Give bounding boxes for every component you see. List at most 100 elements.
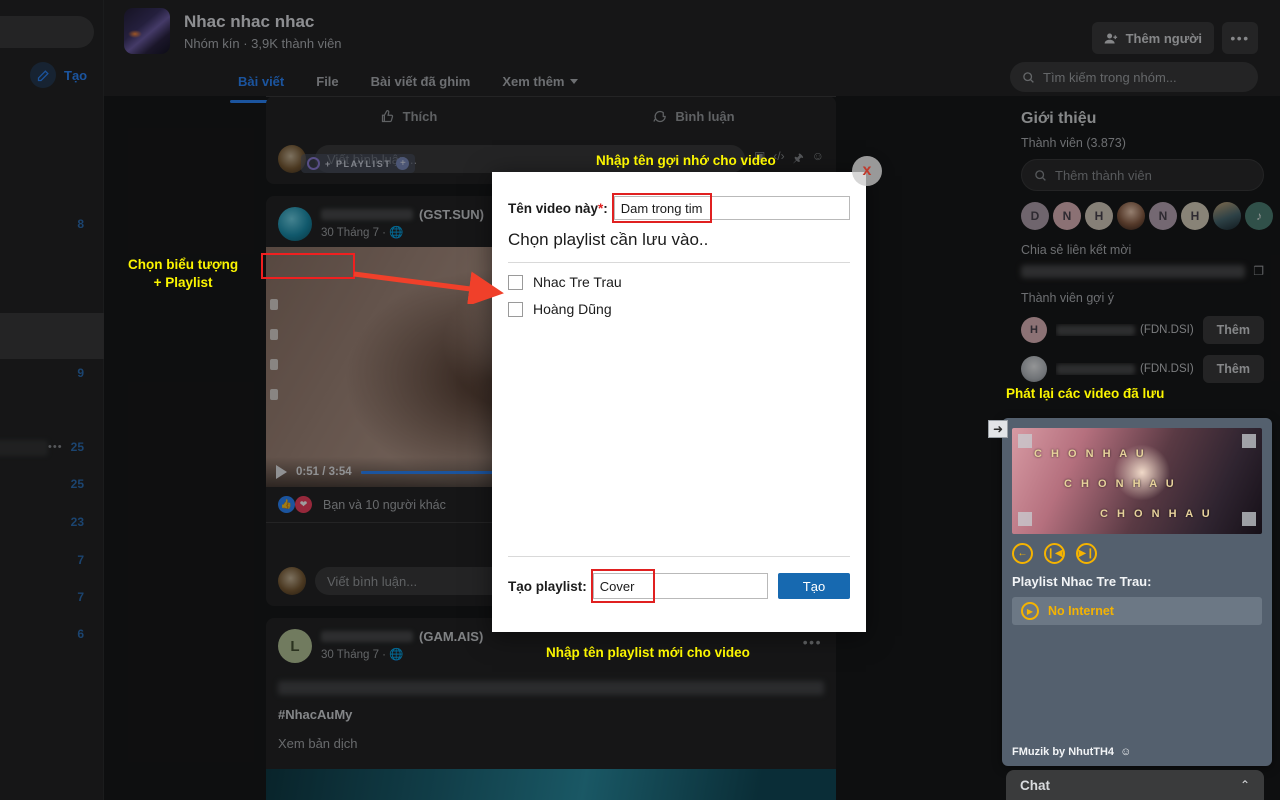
avatar[interactable]: L <box>278 629 312 663</box>
author-name-redacted <box>321 209 413 220</box>
search-icon <box>1023 71 1034 83</box>
create-label: Tạo <box>64 67 88 83</box>
chevron-up-icon[interactable]: ⌃ <box>1240 778 1250 792</box>
suggested-member-name: (FDN.DSI) <box>1056 324 1194 336</box>
tab-label: Bài viết <box>238 74 285 89</box>
avatar[interactable]: H <box>1021 317 1047 343</box>
avatar-initial: D <box>1030 209 1040 223</box>
post-text-redacted <box>278 681 824 695</box>
member-tag: (FDN.DSI) <box>1139 363 1194 375</box>
post-date: 30 Tháng 7 · <box>321 227 387 239</box>
like-button[interactable]: Thích <box>266 97 551 136</box>
player-track-item[interactable]: ▶ No Internet <box>1012 597 1262 625</box>
avatar-initial: N <box>1062 209 1072 223</box>
video-corner-marker <box>1242 512 1256 526</box>
copy-icon[interactable]: ❐ <box>1253 264 1264 278</box>
back-icon[interactable]: ← <box>1012 543 1033 564</box>
playlist-option-label: Hoàng Dũng <box>533 301 612 317</box>
video-time: 0:51 / 3:54 <box>296 466 352 478</box>
like-label: Thích <box>402 109 438 124</box>
avatar[interactable]: H <box>1085 202 1113 230</box>
suggested-members-label: Thành viên gợi ý <box>1021 291 1114 305</box>
video-caption: C H O N H A U <box>1100 508 1213 520</box>
playlist-option-hoang-dung[interactable]: Hoàng Dũng <box>492 290 866 317</box>
tab-label: Xem thêm <box>502 74 565 89</box>
chat-bar[interactable]: Chat ⌃ <box>1006 770 1264 800</box>
create-playlist-input[interactable] <box>592 573 768 599</box>
avatar[interactable] <box>1021 356 1047 382</box>
video-name-row: Tên video này*: <box>492 172 866 223</box>
suggested-member-row: (FDN.DSI) Thêm <box>1021 355 1264 383</box>
comment-label: Bình luận <box>675 109 735 124</box>
member-tag: (FDN.DSI) <box>1139 324 1194 336</box>
post-more-button[interactable]: ••• <box>803 634 822 650</box>
player-playlist-title: Playlist Nhac Tre Trau: <box>1012 574 1152 589</box>
smiley-heart-icon: ☺ <box>1120 746 1132 758</box>
player-video[interactable]: C H O N H A U C H O N H A U C H O N H A … <box>1012 428 1262 534</box>
next-track-icon[interactable]: ▶❙ <box>1076 543 1097 564</box>
video-caption: C H O N H A U <box>1064 478 1177 490</box>
annotation-new-playlist-name: Nhập tên playlist mới cho video <box>546 645 750 660</box>
playlist-option-nhac-tre-trau[interactable]: Nhac Tre Trau <box>492 263 866 290</box>
avatar[interactable]: H <box>1181 202 1209 230</box>
post-body: #NhacAuMy Xem bản dịch <box>266 669 836 759</box>
add-person-icon <box>1104 33 1117 43</box>
create-playlist-row: Tạo playlist: Tạo <box>492 557 866 603</box>
create-playlist-button[interactable]: Tạo <box>778 573 850 599</box>
left-count-2: 25 <box>70 440 84 454</box>
create-button[interactable]: Tạo <box>30 62 87 88</box>
author-tag: (GST.SUN) <box>419 207 484 222</box>
app-root: Tạo 8 9 ••• 25 25 23 7 7 6 Nhac nhac nha… <box>0 0 1280 800</box>
playlist-option-label: Nhac Tre Trau <box>533 274 622 290</box>
add-member-button[interactable]: Thêm <box>1202 316 1264 344</box>
left-count-0: 8 <box>77 217 84 231</box>
add-member-input[interactable]: Thêm thành viên <box>1021 159 1264 191</box>
play-icon[interactable] <box>276 465 287 479</box>
globe-icon: 🌐 <box>389 649 404 661</box>
emoji-icon[interactable]: ☺ <box>812 149 824 170</box>
suggested-member-name: (FDN.DSI) <box>1056 363 1194 375</box>
compose-icon <box>30 62 56 88</box>
avatar[interactable] <box>1213 202 1241 230</box>
post-image[interactable] <box>266 769 836 800</box>
add-people-label: Thêm người <box>1125 30 1202 46</box>
avatar[interactable] <box>278 207 312 241</box>
group-header: Nhac nhac nhac Nhóm kín · 3,9K thành viê… <box>104 0 1280 103</box>
invite-link-redacted[interactable] <box>1021 264 1246 278</box>
save-to-playlist-dialog: x Tên video này*: Chọn playlist cần lưu … <box>492 156 882 632</box>
comment-button[interactable]: Bình luận <box>551 97 836 136</box>
group-avatar[interactable] <box>124 8 170 54</box>
player-collapse-toggle[interactable]: ➜ <box>988 420 1008 438</box>
name-redacted <box>1056 363 1135 375</box>
close-icon[interactable]: x <box>852 156 882 186</box>
annotation-replay-videos: Phát lại các video đã lưu <box>1006 386 1165 401</box>
avatar[interactable]: ♪ <box>1245 202 1273 230</box>
avatar[interactable] <box>1117 202 1145 230</box>
post-hashtag[interactable]: #NhacAuMy <box>278 707 824 722</box>
video-name-input[interactable] <box>613 196 850 220</box>
video-name-label-text: Tên video này <box>508 200 599 216</box>
avatar[interactable]: N <box>1053 202 1081 230</box>
chevron-down-icon <box>569 79 578 84</box>
global-search-input[interactable] <box>0 16 94 48</box>
film-strip-decoration <box>268 247 280 487</box>
avatar[interactable]: D <box>1021 202 1049 230</box>
left-count-4: 23 <box>70 515 84 529</box>
group-search-placeholder: Tìm kiếm trong nhóm... <box>1043 69 1177 85</box>
add-member-button[interactable]: Thêm <box>1202 355 1264 383</box>
video-corner-marker <box>1242 434 1256 448</box>
avatar-initial: H <box>1030 324 1038 336</box>
play-icon[interactable]: ▶ <box>1021 602 1039 620</box>
group-name: Nhac nhac nhac <box>184 12 315 31</box>
post-author: (GAM.AIS) <box>321 629 483 644</box>
attachment-icon[interactable]: 🖈 <box>793 149 804 170</box>
see-translation-link[interactable]: Xem bản dịch <box>278 736 824 751</box>
playlist-ring-icon <box>307 157 320 170</box>
header-more-button[interactable]: ••• <box>1222 22 1258 54</box>
previous-track-icon[interactable]: ❙◀ <box>1044 543 1065 564</box>
avatar[interactable]: N <box>1149 202 1177 230</box>
group-search-field[interactable]: Tìm kiếm trong nhóm... <box>1010 62 1258 92</box>
add-to-playlist-badge[interactable]: + PLAYLIST + <box>301 154 416 173</box>
add-people-button[interactable]: Thêm người <box>1091 22 1214 54</box>
annotation-playlist-icon: Chọn biểu tượng + Playlist <box>128 257 239 291</box>
